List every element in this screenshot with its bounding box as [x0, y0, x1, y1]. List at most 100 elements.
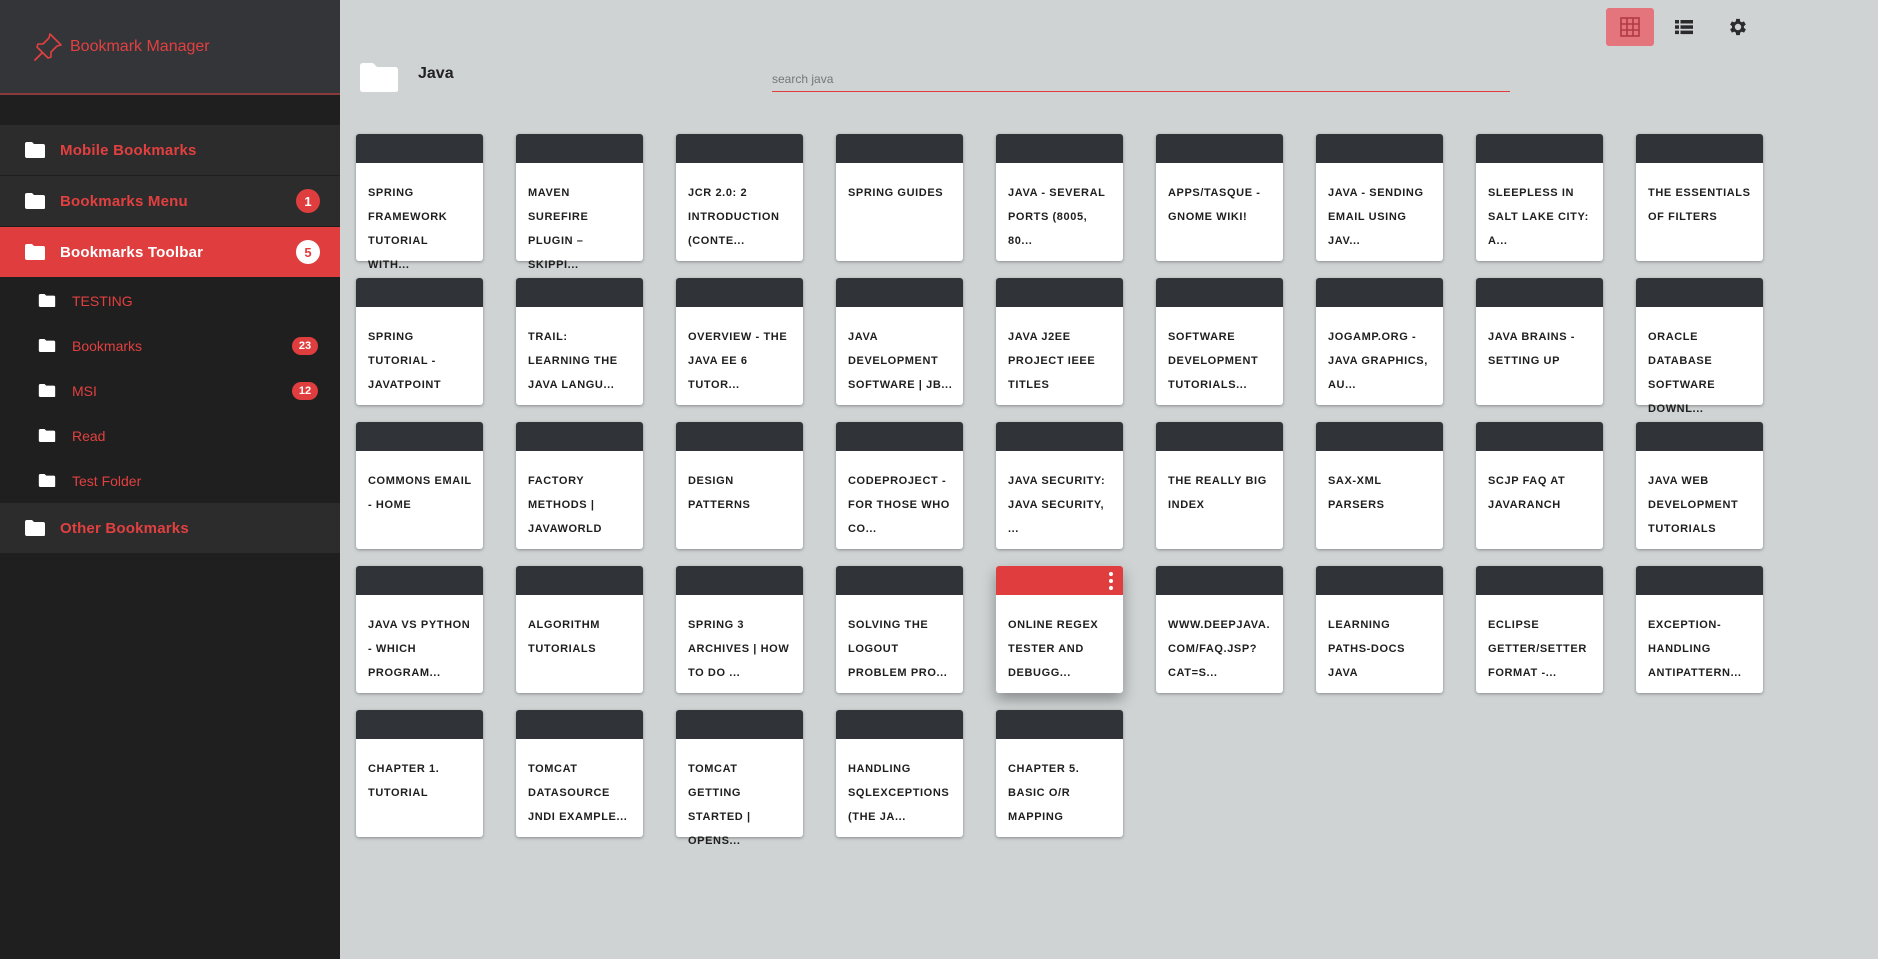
bookmark-card[interactable]: JAVA BRAINS - SETTING UP — [1476, 278, 1603, 405]
grid-view-button[interactable] — [1606, 8, 1654, 46]
sidebar-item-other-bookmarks[interactable]: Other Bookmarks — [0, 503, 340, 554]
bookmark-card[interactable]: TRAIL: LEARNING THE JAVA LANGU... — [516, 278, 643, 405]
bookmark-card[interactable]: SPRING 3 ARCHIVES | HOW TO DO ... — [676, 566, 803, 693]
card-header — [676, 422, 803, 451]
bookmark-title: FACTORY METHODS | JAVAWORLD — [528, 475, 603, 535]
search-input[interactable] — [772, 66, 1510, 92]
card-header — [996, 134, 1123, 163]
bookmark-card[interactable]: CHAPTER 1. TUTORIAL — [356, 710, 483, 837]
card-header — [1316, 566, 1443, 595]
bookmark-card[interactable]: TOMCAT DATASOURCE JNDI EXAMPLE... — [516, 710, 643, 837]
bookmark-card[interactable]: THE ESSENTIALS OF FILTERS — [1636, 134, 1763, 261]
sidebar-item-bookmarks[interactable]: Bookmarks 23 — [0, 323, 340, 368]
bookmark-card[interactable]: THE REALLY BIG INDEX — [1156, 422, 1283, 549]
bookmark-card[interactable]: JAVA SECURITY: JAVA SECURITY, ... — [996, 422, 1123, 549]
bookmark-card[interactable]: FACTORY METHODS | JAVAWORLD — [516, 422, 643, 549]
bookmark-card[interactable]: SPRING FRAMEWORK TUTORIAL WITH... — [356, 134, 483, 271]
bookmark-title: THE REALLY BIG INDEX — [1168, 475, 1267, 511]
card-header — [1156, 566, 1283, 595]
bookmark-card[interactable]: DESIGN PATTERNS — [676, 422, 803, 549]
card-header — [356, 278, 483, 307]
bookmark-card[interactable]: SOLVING THE LOGOUT PROBLEM PRO... — [836, 566, 963, 693]
bookmark-card[interactable]: SOFTWARE DEVELOPMENT TUTORIALS... — [1156, 278, 1283, 405]
sidebar-item-bookmarks-menu[interactable]: Bookmarks Menu 1 — [0, 176, 340, 227]
bookmark-card[interactable]: SLEEPLESS IN SALT LAKE CITY: A... — [1476, 134, 1603, 261]
bookmark-card[interactable]: TOMCAT GETTING STARTED | OPENS... — [676, 710, 803, 847]
card-header — [1316, 278, 1443, 307]
card-header — [996, 710, 1123, 739]
card-header — [1316, 134, 1443, 163]
more-options-icon[interactable] — [1108, 572, 1114, 590]
current-folder-header: Java — [358, 60, 454, 94]
sidebar-item-label: Bookmarks Toolbar — [60, 243, 204, 261]
sidebar-item-test-folder[interactable]: Test Folder — [0, 458, 340, 503]
bookmark-card[interactable]: COMMONS EMAIL - HOME — [356, 422, 483, 549]
sidebar-item-read[interactable]: Read — [0, 413, 340, 458]
bookmark-title: JAVA BRAINS - SETTING UP — [1488, 331, 1576, 367]
folder-icon — [25, 142, 45, 158]
card-header — [836, 566, 963, 595]
sidebar-item-mobile-bookmarks[interactable]: Mobile Bookmarks — [0, 125, 340, 176]
bookmark-title: JAVA J2EE PROJECT IEEE TITLES — [1008, 331, 1096, 391]
bookmark-card[interactable]: EXCEPTION-HANDLING ANTIPATTERN... — [1636, 566, 1763, 693]
bookmark-card[interactable]: ORACLE DATABASE SOFTWARE DOWNL... — [1636, 278, 1763, 415]
sidebar-item-testing[interactable]: TESTING — [0, 278, 340, 323]
bookmark-card[interactable]: ECLIPSE GETTER/SETTER FORMAT -... — [1476, 566, 1603, 693]
card-header — [1156, 134, 1283, 163]
folder-icon — [25, 193, 45, 209]
bookmark-title: JAVA - SENDING EMAIL USING JAV... — [1328, 187, 1424, 247]
bookmark-card[interactable]: JCR 2.0: 2 INTRODUCTION (CONTE... — [676, 134, 803, 261]
bookmark-title: ONLINE REGEX TESTER AND DEBUGG... — [1008, 619, 1099, 679]
folder-title: Java — [418, 65, 454, 82]
card-header — [1156, 422, 1283, 451]
bookmark-title: CHAPTER 1. TUTORIAL — [368, 763, 440, 799]
bookmark-card[interactable]: SAX-XML PARSERS — [1316, 422, 1443, 549]
card-header — [1636, 566, 1763, 595]
card-header — [676, 278, 803, 307]
list-view-button[interactable] — [1660, 8, 1708, 46]
bookmark-title: JAVA DEVELOPMENT SOFTWARE | JB... — [848, 331, 953, 391]
bookmark-card[interactable]: SPRING TUTORIAL - JAVATPOINT — [356, 278, 483, 405]
bookmark-card[interactable]: JAVA VS PYTHON - WHICH PROGRAM... — [356, 566, 483, 693]
sidebar-item-label: Bookmarks — [72, 337, 143, 354]
bookmark-title: JCR 2.0: 2 INTRODUCTION (CONTE... — [688, 187, 780, 247]
card-header — [676, 710, 803, 739]
bookmark-title: CHAPTER 5. BASIC O/R MAPPING — [1008, 763, 1080, 823]
bookmark-card[interactable]: LEARNING PATHS-DOCS JAVA — [1316, 566, 1443, 693]
bookmark-card[interactable]: CODEPROJECT - FOR THOSE WHO CO... — [836, 422, 963, 549]
sidebar-item-label: MSI — [72, 382, 97, 399]
bookmark-title: JAVA VS PYTHON - WHICH PROGRAM... — [368, 619, 471, 679]
bookmark-card[interactable]: APPS/TASQUE - GNOME WIKI! — [1156, 134, 1283, 261]
folder-icon — [38, 428, 56, 443]
bookmark-card[interactable]: JAVA - SEVERAL PORTS (8005, 80... — [996, 134, 1123, 261]
bookmark-title: JAVA SECURITY: JAVA SECURITY, ... — [1008, 475, 1106, 535]
bookmark-card[interactable]: ALGORITHM TUTORIALS — [516, 566, 643, 693]
bookmark-card[interactable]: JAVA DEVELOPMENT SOFTWARE | JB... — [836, 278, 963, 405]
bookmark-card[interactable]: JAVA J2EE PROJECT IEEE TITLES — [996, 278, 1123, 405]
bookmark-card[interactable]: JAVA WEB DEVELOPMENT TUTORIALS — [1636, 422, 1763, 549]
bookmark-title: ECLIPSE GETTER/SETTER FORMAT -... — [1488, 619, 1587, 679]
bookmark-card[interactable]: MAVEN SUREFIRE PLUGIN – SKIPPI... — [516, 134, 643, 271]
bookmark-title: TOMCAT DATASOURCE JNDI EXAMPLE... — [528, 763, 628, 823]
settings-button[interactable] — [1714, 8, 1762, 46]
sidebar-item-msi[interactable]: MSI 12 — [0, 368, 340, 413]
card-header — [996, 278, 1123, 307]
bookmark-card[interactable]: CHAPTER 5. BASIC O/R MAPPING — [996, 710, 1123, 837]
bookmark-card[interactable]: JOGAMP.ORG - JAVA GRAPHICS, AU... — [1316, 278, 1443, 405]
brand-header[interactable]: Bookmark Manager — [0, 0, 340, 95]
bookmark-card[interactable]: ONLINE REGEX TESTER AND DEBUGG... — [996, 566, 1123, 693]
bookmark-card[interactable]: OVERVIEW - THE JAVA EE 6 TUTOR... — [676, 278, 803, 405]
bookmark-card[interactable]: SCJP FAQ AT JAVARANCH — [1476, 422, 1603, 549]
bookmark-card[interactable]: HANDLING SQLEXCEPTIONS (THE JA... — [836, 710, 963, 837]
sidebar-item-bookmarks-toolbar[interactable]: Bookmarks Toolbar 5 — [0, 227, 340, 278]
folder-icon — [38, 473, 56, 488]
app-title: Bookmark Manager — [70, 37, 210, 55]
count-badge: 23 — [292, 336, 318, 355]
bookmark-title: SPRING GUIDES — [848, 187, 944, 199]
bookmark-card[interactable]: SPRING GUIDES — [836, 134, 963, 261]
card-header — [836, 278, 963, 307]
bookmark-card[interactable]: JAVA - SENDING EMAIL USING JAV... — [1316, 134, 1443, 261]
bookmark-title: TOMCAT GETTING STARTED | OPENS... — [688, 763, 751, 847]
bookmark-title: LEARNING PATHS-DOCS JAVA — [1328, 619, 1406, 679]
bookmark-card[interactable]: WWW.DEEPJAVA.COM/FAQ.JSP?CAT=S... — [1156, 566, 1283, 693]
